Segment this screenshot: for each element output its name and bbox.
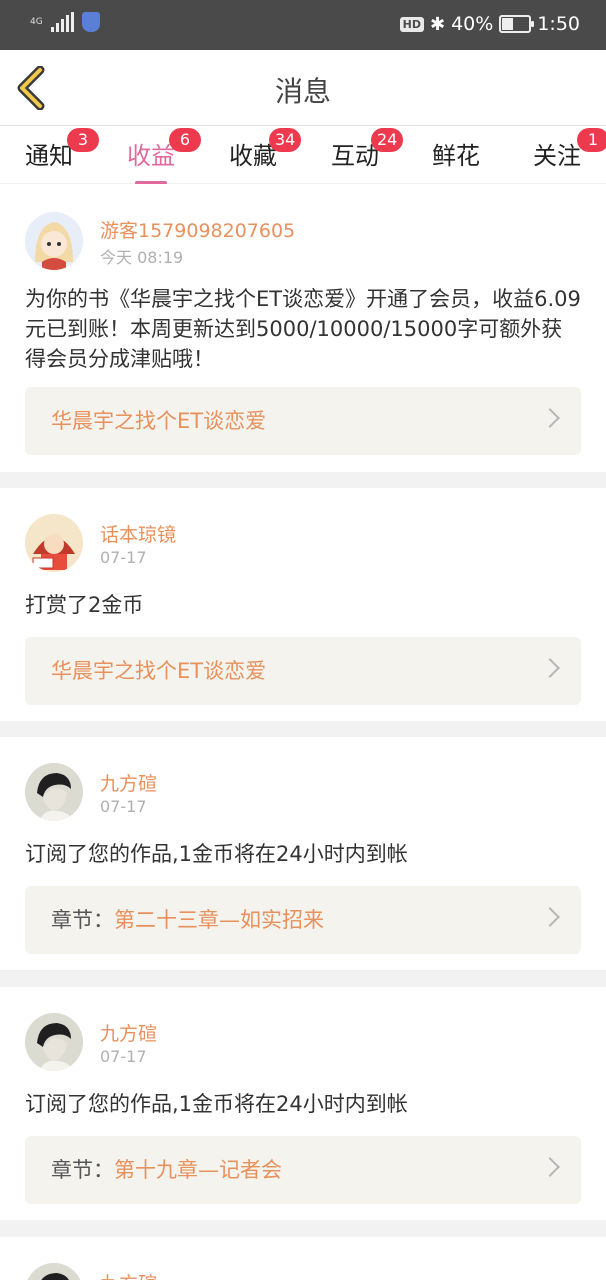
sender-name[interactable]: 九方碹: [100, 769, 157, 796]
message-card: 九方碹 07-17 订阅了您的作品,1金币将在24小时内到帐 章节：第二十三章—…: [0, 737, 606, 970]
chevron-right-icon: [540, 408, 560, 428]
chapter-link-text: 章节：第二十三章—如实招来: [51, 904, 324, 934]
avatar[interactable]: [25, 514, 83, 572]
book-link[interactable]: 华晨宇之找个ET谈恋爱: [25, 387, 581, 455]
tab-interactions[interactable]: 互动 24: [315, 128, 404, 171]
tab-flowers[interactable]: 鲜花: [416, 136, 496, 171]
chapter-link[interactable]: 章节：第十九章—记者会: [25, 1136, 581, 1204]
avatar[interactable]: [25, 763, 83, 821]
message-text: 订阅了您的作品,1金币将在24小时内到帐: [25, 1092, 408, 1116]
signal-icon: [50, 12, 74, 32]
shield-icon: [81, 12, 100, 32]
message-card: 游客1579098207605 今天 08:19 为你的书《华晨宇之找个ET谈恋…: [0, 184, 606, 472]
bluetooth-icon: ✱: [430, 13, 446, 35]
status-right: HD ✱ 40% 1:50: [399, 13, 580, 35]
message-card: 话本琼镜 07-17 打赏了2金币 华晨宇之找个ET谈恋爱: [0, 488, 606, 721]
header: 消息: [0, 50, 606, 125]
chapter-title: 第十九章—记者会: [114, 1158, 282, 1182]
status-bar: 4G HD ✱ 40% 1:50: [0, 0, 606, 50]
message-time: 07-17: [100, 1047, 147, 1066]
book-title: 华晨宇之找个ET谈恋爱: [51, 409, 267, 433]
tab-label: 关注: [533, 142, 581, 170]
tab-badge: 1: [577, 128, 606, 152]
battery-icon: [499, 15, 535, 33]
tab-badge: 34: [269, 128, 302, 152]
tab-label: 通知: [25, 142, 73, 170]
chapter-label: 章节：: [51, 908, 114, 932]
clock: 1:50: [537, 13, 580, 35]
message-time: 07-17: [100, 548, 147, 567]
tab-label: 鲜花: [432, 142, 480, 170]
tab-badge: 24: [371, 128, 404, 152]
chapter-title: 第二十三章—如实招来: [114, 908, 324, 932]
tab-following[interactable]: 关注 1: [517, 128, 606, 171]
avatar[interactable]: [25, 1013, 83, 1071]
avatar[interactable]: [25, 212, 83, 270]
tab-badge: 3: [67, 128, 99, 152]
battery-percent: 40%: [451, 13, 494, 35]
message-text: 打赏了2金币: [25, 593, 144, 617]
status-left: 4G: [30, 12, 100, 32]
page-title: 消息: [274, 75, 331, 108]
message-text: 为你的书《华晨宇之找个ET谈恋爱》开通了会员，收益6.09元已到账！本周更新达到…: [25, 287, 581, 371]
sender-name[interactable]: 九方碹: [100, 1019, 157, 1046]
chapter-link-text: 章节：第十九章—记者会: [51, 1154, 282, 1184]
tab-notifications[interactable]: 通知 3: [9, 128, 99, 171]
network-type: 4G: [30, 16, 43, 27]
book-title: 华晨宇之找个ET谈恋爱: [51, 659, 267, 683]
message-time: 今天 08:19: [100, 248, 184, 267]
chevron-right-icon: [540, 907, 560, 927]
tab-bar: 通知 3 收益 6 收藏 34 互动 24 鲜花 关注 1: [0, 125, 606, 185]
chevron-right-icon: [540, 658, 560, 678]
message-card: 九方碹: [0, 1237, 606, 1280]
sender-name[interactable]: 九方碹: [100, 1269, 157, 1280]
chapter-label: 章节：: [51, 1158, 114, 1182]
sender-name[interactable]: 游客1579098207605: [100, 216, 295, 243]
sender-name[interactable]: 话本琼镜: [100, 520, 176, 547]
message-time: 07-17: [100, 797, 147, 816]
message-text: 订阅了您的作品,1金币将在24小时内到帐: [25, 842, 408, 866]
book-link[interactable]: 华晨宇之找个ET谈恋爱: [25, 637, 581, 705]
chevron-right-icon: [540, 1157, 560, 1177]
message-card: 九方碹 07-17 订阅了您的作品,1金币将在24小时内到帐 章节：第十九章—记…: [0, 987, 606, 1220]
tab-favorites[interactable]: 收藏 34: [213, 128, 302, 171]
hd-label: HD: [399, 16, 424, 32]
avatar[interactable]: [25, 1263, 83, 1280]
tab-earnings[interactable]: 收益 6: [111, 128, 201, 185]
chapter-link[interactable]: 章节：第二十三章—如实招来: [25, 886, 581, 954]
tab-badge: 6: [169, 128, 201, 152]
tab-label: 收益: [127, 142, 175, 170]
